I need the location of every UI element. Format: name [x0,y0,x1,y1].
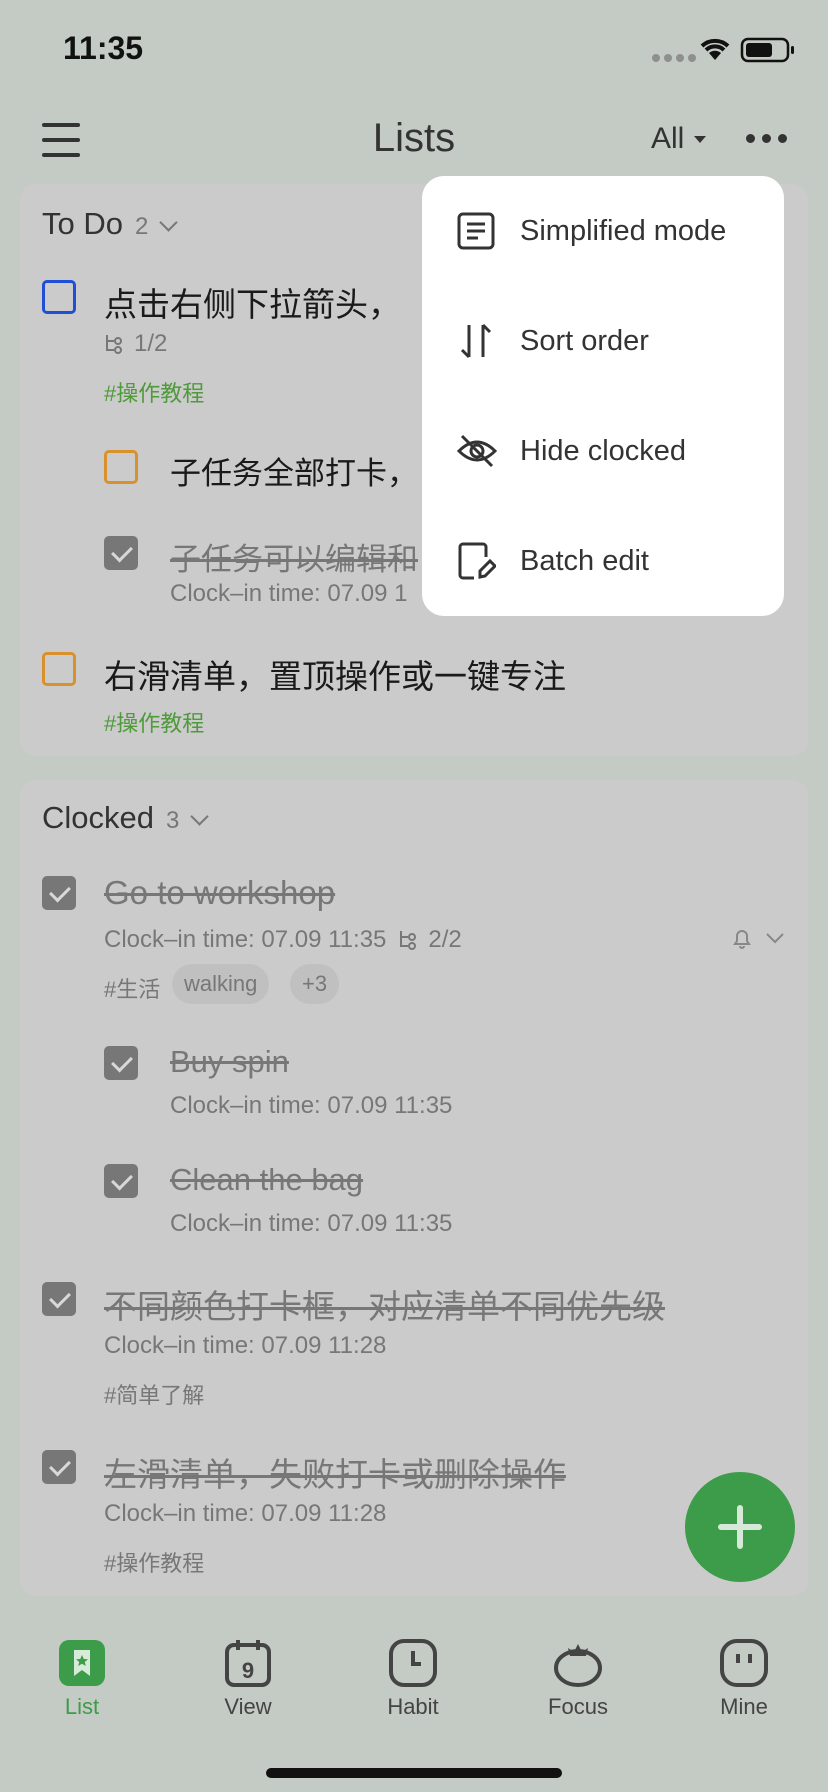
tab-label: Focus [548,1694,608,1719]
subtask-title[interactable]: 子任务全部打卡， [170,448,418,493]
subtask-progress: 2/2 [428,926,462,953]
tab-label: Mine [720,1694,768,1719]
task-title[interactable]: 右滑清单，置顶操作或一键专注 [104,650,566,698]
sort-arrows-icon [460,323,492,359]
clockin-time: Clock–in time: 07.09 11:28 [104,1500,387,1527]
options-dropdown-menu: Simplified mode Sort order Hide clocked … [422,176,784,616]
status-bar: 11:35 [0,0,828,100]
tab-label: View [224,1694,272,1719]
menu-item-label: Sort order [520,324,649,357]
document-icon [457,212,495,250]
chevron-down-icon [190,807,210,826]
tab-label: Habit [387,1694,439,1719]
subtask-checkbox-checked[interactable] [104,536,138,570]
tag-pill-more[interactable]: +3 [290,964,340,1004]
menu-item-hide-clocked[interactable]: Hide clocked [422,396,784,506]
task-title[interactable]: Go to workshop [104,874,335,912]
tag-pill[interactable]: walking [172,964,270,1004]
task-tag[interactable]: #操作教程 [104,376,204,408]
clocked-section: Clocked 3 Go to workshop Clock–in time: … [20,780,808,1596]
calendar-badge: 9 [242,1658,254,1683]
task-title[interactable]: 左滑清单，失败打卡或删除操作 [104,1448,566,1496]
tab-list[interactable]: List [22,1638,142,1720]
filter-label: All [651,122,685,155]
subtask-checkbox-checked[interactable] [104,1164,138,1198]
clockin-time: Clock–in time: 07.09 1 [170,580,408,607]
wifi-icon [700,38,730,60]
status-time: 11:35 [63,30,144,66]
tab-mine[interactable]: Mine [684,1638,804,1720]
menu-item-label: Batch edit [520,544,649,577]
section-count: 3 [166,807,180,834]
task-title[interactable]: 点击右侧下拉箭头， [104,278,401,326]
menu-item-batch-edit[interactable]: Batch edit [422,506,784,616]
list-icon [59,1640,105,1686]
task-tag[interactable]: #操作教程 [104,1546,204,1578]
face-icon [720,1639,768,1687]
chevron-down-icon [159,213,179,232]
task-checkbox-checked[interactable] [42,1282,76,1316]
caret-down-icon [694,135,707,143]
menu-item-sort-order[interactable]: Sort order [422,286,784,396]
section-count: 2 [134,213,149,240]
subtask-title[interactable]: Clean the bag [170,1162,363,1198]
subtask-progress: 1/2 [104,330,167,358]
battery-icon [740,37,794,63]
edit-document-icon [458,542,496,580]
menu-item-simplified-mode[interactable]: Simplified mode [422,176,784,286]
clockin-time: Clock–in time: 07.09 11:28 [104,1332,387,1359]
top-bar: Lists All [0,100,828,180]
subtask-title[interactable]: 子任务可以编辑和 [170,534,418,579]
task-title[interactable]: 不同颜色打卡框，对应清单不同优先级 [104,1280,665,1328]
clockin-time: Clock–in time: 07.09 11:35 [170,1092,453,1119]
tab-label: List [64,1694,100,1719]
section-title: Clocked [42,800,154,835]
bell-icon[interactable] [730,926,754,950]
tab-view[interactable]: 9 View [188,1638,308,1720]
tab-habit[interactable]: Habit [353,1638,473,1720]
clock-icon [389,1639,437,1687]
add-task-button[interactable] [685,1472,795,1582]
subtask-checkbox[interactable] [104,450,138,484]
tomato-icon [554,1644,602,1687]
calendar-icon: 9 [225,1640,271,1687]
task-meta: Clock–in time: 07.09 11:35 2/2 [104,926,462,954]
eye-off-icon [456,434,498,468]
task-tag[interactable]: #生活 [104,972,160,1004]
task-tag[interactable]: #简单了解 [104,1378,204,1410]
task-checkbox[interactable] [42,652,76,686]
section-header-todo[interactable]: To Do 2 [42,206,179,242]
subtask-icon [400,931,417,950]
task-checkbox[interactable] [42,280,76,314]
menu-item-label: Hide clocked [520,434,687,467]
subtask-checkbox-checked[interactable] [104,1046,138,1080]
section-title: To Do [42,206,123,241]
clockin-time: Clock–in time: 07.09 11:35 [170,1210,453,1237]
task-checkbox-checked[interactable] [42,876,76,910]
filter-dropdown[interactable]: All [651,122,707,156]
task-tag[interactable]: #操作教程 [104,706,204,738]
bottom-tab-bar: List 9 View Habit Focus Mine [0,1620,828,1792]
more-options-icon[interactable] [746,134,787,143]
subtask-icon [106,335,122,354]
home-indicator [266,1768,562,1778]
tab-focus[interactable]: Focus [518,1638,638,1720]
clockin-time: Clock–in time: 07.09 11:35 [104,926,387,953]
subtask-title[interactable]: Buy spin [170,1044,289,1080]
section-header-clocked[interactable]: Clocked 3 [42,800,210,836]
task-checkbox-checked[interactable] [42,1450,76,1484]
chevron-down-icon[interactable] [764,930,786,946]
cellular-signal-icon [652,54,696,62]
menu-item-label: Simplified mode [520,214,727,247]
